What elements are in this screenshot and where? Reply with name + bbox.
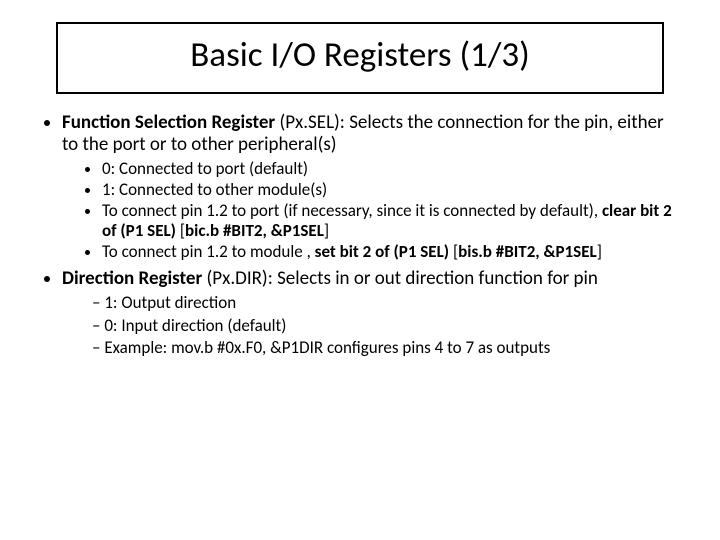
item2-sub2: 0: Input direction (default) [92, 315, 682, 336]
item2-sub1: 1: Output direction [92, 292, 682, 313]
item1-sub4e: ] [597, 241, 602, 262]
item1-sub4b: set bit 2 of (P1 SEL) [315, 241, 453, 262]
item2-sub3: Example: mov.b #0x.F0, &P1DIR configures… [92, 337, 682, 358]
item2-lead-rest: (Px.DIR): Selects in or out direction fu… [207, 267, 598, 290]
slide-title: Basic I/O Registers (1/3) [190, 34, 529, 76]
item2-lead-bold: Direction Register [62, 267, 207, 290]
item1-sub3a: To connect pin 1.2 to port (if necessary… [102, 200, 602, 221]
item1-sub4: To connect pin 1.2 to module , set bit 2… [102, 242, 682, 262]
item1-lead-bold: Function Selection Register [62, 111, 279, 134]
bullet-list: Function Selection Register (Px.SEL): Se… [38, 112, 682, 358]
item1-sub4d: bis.b #BIT2, &P1SEL [458, 241, 597, 262]
item2-sublist: 1: Output direction 0: Input direction (… [62, 292, 682, 358]
item1-sublist: 0: Connected to port (default) 1: Connec… [62, 159, 682, 262]
item1-sub3e: ] [324, 220, 329, 241]
item1-sub3d: bic.b #BIT2, &P1SEL [185, 220, 324, 241]
item1-sub4a: To connect pin 1.2 to module , [102, 241, 315, 262]
item1-sub3: To connect pin 1.2 to port (if necessary… [102, 201, 682, 241]
item1-sub1: 0: Connected to port (default) [102, 159, 682, 179]
item-function-selection: Function Selection Register (Px.SEL): Se… [62, 112, 682, 262]
slide: Basic I/O Registers (1/3) Function Selec… [0, 0, 720, 540]
item-direction-register: Direction Register (Px.DIR): Selects in … [62, 268, 682, 358]
item1-sub2: 1: Connected to other module(s) [102, 180, 682, 200]
title-box: Basic I/O Registers (1/3) [56, 22, 664, 94]
